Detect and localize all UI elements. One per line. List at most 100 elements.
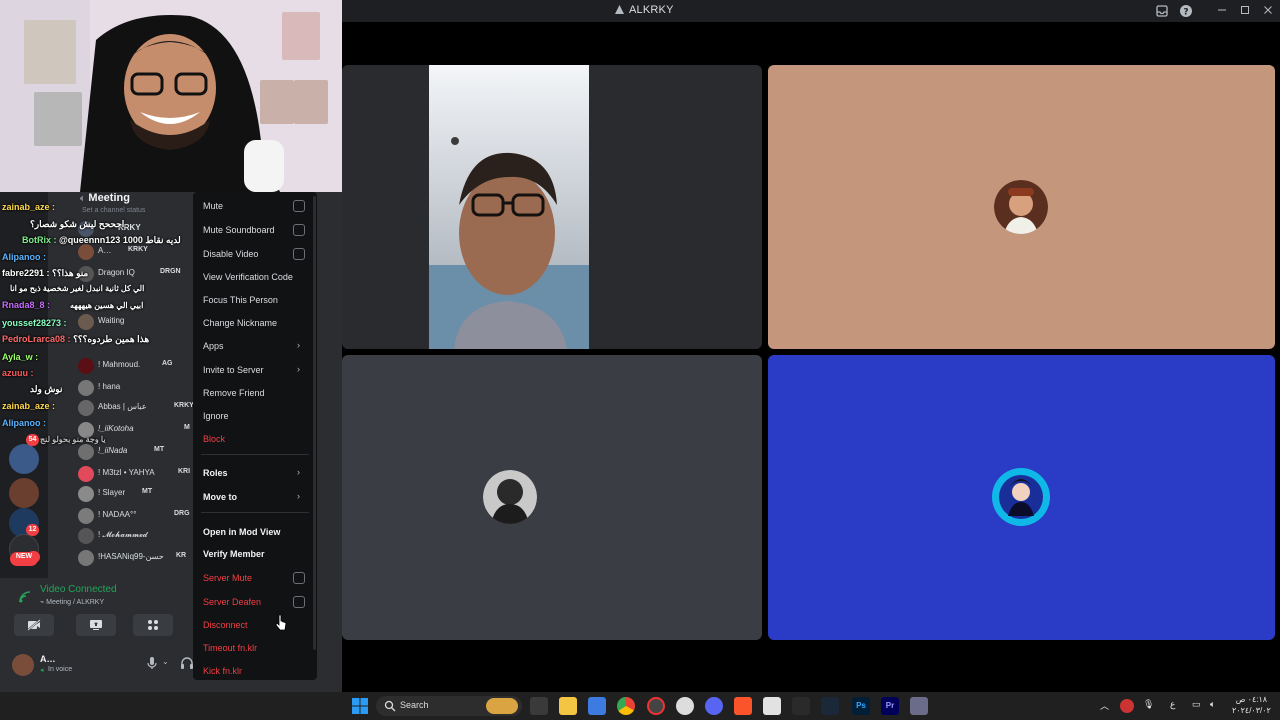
- capcut-icon[interactable]: [792, 697, 810, 715]
- menu-item-kick[interactable]: Kick fn.klr: [203, 666, 242, 676]
- steam-icon[interactable]: [821, 697, 839, 715]
- new-servers-pill[interactable]: NEW: [10, 552, 38, 566]
- screen-share-button[interactable]: [76, 614, 116, 636]
- taskbar-search[interactable]: Search: [376, 696, 522, 716]
- video-tile-camera[interactable]: [342, 65, 762, 349]
- recorder-icon[interactable]: [647, 697, 665, 715]
- video-tile-avatar-3[interactable]: [768, 355, 1275, 640]
- connected-channel[interactable]: ⌁ Meeting / ALKRKY: [40, 598, 104, 606]
- premiere-icon[interactable]: Pr: [881, 697, 899, 715]
- avatar: [78, 528, 94, 544]
- video-tile-avatar-1[interactable]: [768, 65, 1275, 349]
- close-button[interactable]: [1261, 3, 1275, 17]
- chat-line: Rnada8_8 :: [2, 300, 50, 310]
- chat-message: ابيي الي هسين هيهههه: [70, 301, 144, 310]
- server-mute-checkbox[interactable]: [293, 572, 305, 584]
- help-icon[interactable]: ?: [1179, 4, 1193, 18]
- chevron-right-icon: ›: [297, 364, 300, 374]
- language-indicator[interactable]: ع: [1170, 699, 1175, 710]
- menu-item-verify-member[interactable]: Verify Member: [203, 549, 265, 559]
- stream-chat-overlay: zainab_aze : احححح ليش شكو شصار؟ BotRix …: [0, 192, 200, 452]
- menu-item-disable-video[interactable]: Disable Video: [203, 249, 258, 259]
- windows-start-icon[interactable]: [351, 697, 369, 715]
- chat-line: نوش ولد: [30, 384, 62, 395]
- window-title-text: ALKRKY: [629, 4, 674, 16]
- tray-app-icon[interactable]: [1120, 699, 1134, 713]
- signal-icon: [19, 591, 31, 603]
- network-icon[interactable]: ▭: [1192, 699, 1201, 710]
- user-name[interactable]: A…: [40, 654, 56, 664]
- menu-item-block[interactable]: Block: [203, 434, 225, 444]
- menu-item-mute[interactable]: Mute: [203, 201, 223, 211]
- disable-video-checkbox[interactable]: [293, 248, 305, 260]
- inbox-icon[interactable]: [1155, 4, 1169, 18]
- menu-item-focus-person[interactable]: Focus This Person: [203, 295, 278, 305]
- avatar[interactable]: [12, 654, 34, 676]
- menu-item-disconnect[interactable]: Disconnect: [203, 620, 248, 630]
- volume-icon[interactable]: 🔈︎: [1210, 699, 1215, 710]
- activities-button[interactable]: [133, 614, 173, 636]
- menu-item-ignore[interactable]: Ignore: [203, 411, 229, 421]
- maximize-button[interactable]: [1238, 3, 1252, 17]
- taskbar-clock[interactable]: ٠٤:١٨ ص ٢٠٢٤/٠٣/٠٢: [1232, 694, 1271, 716]
- menu-item-open-mod-view[interactable]: Open in Mod View: [203, 527, 280, 537]
- chrome-icon[interactable]: [617, 697, 635, 715]
- server-icon-2[interactable]: [9, 478, 39, 508]
- mouse-cursor-icon: [275, 614, 287, 631]
- store-icon[interactable]: [588, 697, 606, 715]
- server-deafen-checkbox[interactable]: [293, 596, 305, 608]
- avatar: [78, 550, 94, 566]
- windows-taskbar: Search Ps Pr ︿ 🎙︎ ع ▭ 🔈︎ ٠٤:١٨ ص ٢٠٢٤/٠٣…: [0, 692, 1280, 720]
- app-icon[interactable]: [763, 697, 781, 715]
- chat-message: يا وجة منو بحولو لنج: [40, 435, 106, 444]
- video-tile-avatar-2[interactable]: [342, 355, 762, 640]
- menu-item-move-to[interactable]: Move to: [203, 492, 237, 502]
- chat-username: Alipanoo :: [2, 252, 46, 262]
- menu-item-mute-soundboard[interactable]: Mute Soundboard: [203, 225, 275, 235]
- app-icon[interactable]: [910, 697, 928, 715]
- member-tag: DRG: [174, 510, 190, 517]
- chat-username: youssef28273 :: [2, 318, 67, 328]
- participant-avatar: [992, 468, 1050, 526]
- menu-item-remove-friend[interactable]: Remove Friend: [203, 388, 265, 398]
- menu-item-change-nickname[interactable]: Change Nickname: [203, 318, 277, 328]
- chat-line: Alipanoo :: [2, 252, 46, 262]
- chat-username: zainab_aze :: [2, 401, 56, 411]
- microphone-icon[interactable]: 🎙︎: [1143, 699, 1154, 710]
- chat-message: هذا همين طردوه؟؟؟: [73, 334, 150, 344]
- menu-divider: [201, 512, 309, 513]
- member-name: ! M3tzl • YAHYA: [98, 468, 155, 477]
- menu-item-view-verification-code[interactable]: View Verification Code: [203, 272, 293, 282]
- menu-item-invite-to-server[interactable]: Invite to Server: [203, 365, 264, 375]
- chevron-up-icon[interactable]: ︿: [1100, 699, 1109, 712]
- photoshop-icon[interactable]: Ps: [852, 697, 870, 715]
- menu-item-timeout[interactable]: Timeout fn.klr: [203, 643, 257, 653]
- headphones-icon[interactable]: [180, 656, 194, 670]
- user-status: In voice: [48, 666, 73, 673]
- chat-line: zainab_aze :: [2, 202, 55, 212]
- menu-item-apps[interactable]: Apps: [203, 341, 224, 351]
- mute-checkbox[interactable]: [293, 200, 305, 212]
- brave-icon[interactable]: [734, 697, 752, 715]
- voice-channel-icon: [615, 5, 624, 14]
- menu-item-roles[interactable]: Roles: [203, 468, 228, 478]
- search-placeholder: Search: [400, 700, 429, 710]
- camera-off-icon: [27, 619, 41, 631]
- mute-soundboard-checkbox[interactable]: [293, 224, 305, 236]
- menu-item-server-deafen[interactable]: Server Deafen: [203, 597, 261, 607]
- connection-status[interactable]: Video Connected: [40, 584, 117, 595]
- camera-off-button[interactable]: [14, 614, 54, 636]
- chat-line: BotRix : @queennn123 لديه نقاط 1000: [22, 235, 181, 246]
- file-explorer-icon[interactable]: [559, 697, 577, 715]
- discord-icon[interactable]: [705, 697, 723, 715]
- obs-icon[interactable]: [676, 697, 694, 715]
- chat-line: PedroLrarca08 : هذا همين طردوه؟؟؟: [2, 334, 149, 345]
- menu-scrollbar[interactable]: [313, 196, 316, 650]
- chat-username: Alipanoo :: [2, 418, 46, 428]
- menu-divider: [201, 454, 309, 455]
- menu-item-server-mute[interactable]: Server Mute: [203, 573, 252, 583]
- chevron-down-icon[interactable]: ⌄: [162, 657, 169, 666]
- task-view-icon[interactable]: [530, 697, 548, 715]
- minimize-button[interactable]: [1215, 3, 1229, 17]
- microphone-icon[interactable]: [146, 656, 158, 670]
